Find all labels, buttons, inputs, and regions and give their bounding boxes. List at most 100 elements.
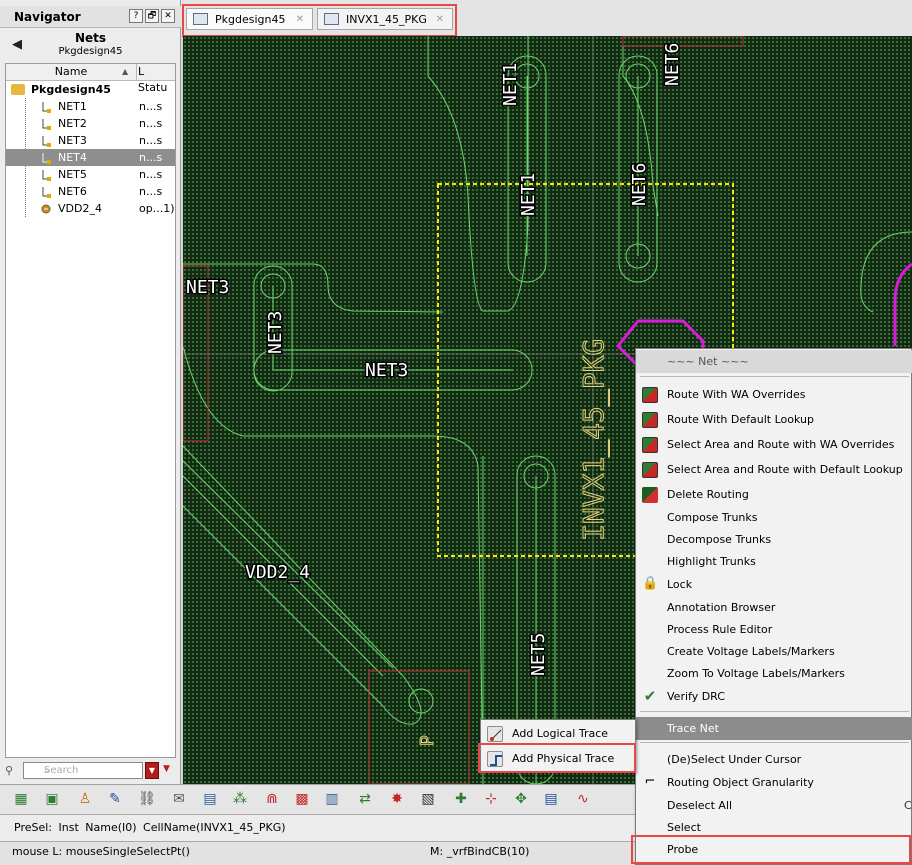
panel-icon[interactable]: ▧ — [417, 789, 439, 809]
search-placeholder: Search — [44, 765, 79, 776]
net-name: NET1 — [58, 100, 87, 113]
net-row[interactable]: NET1 n...s — [6, 98, 175, 115]
route-icon — [642, 387, 658, 403]
search-input[interactable]: ⌕ Search — [23, 762, 143, 779]
menu-label: Highlight Trunks — [667, 555, 756, 568]
menu-label: Lock — [667, 578, 693, 591]
menu-label: Zoom To Voltage Labels/Markers — [667, 667, 845, 680]
route-icon — [642, 462, 658, 478]
menu-decompose-trunks[interactable]: Decompose Trunks — [636, 528, 912, 551]
menu-highlight-trunks[interactable]: Highlight Trunks — [636, 550, 912, 573]
close-button[interactable]: ✕ — [161, 9, 175, 23]
cross-icon[interactable]: ✚ — [450, 789, 472, 809]
expand-icon[interactable]: ✥ — [510, 789, 532, 809]
route-net-icon[interactable]: ▦ — [10, 789, 32, 809]
menu-trace-net[interactable]: Trace Net — [636, 717, 912, 740]
tree-icon[interactable]: ⊹ — [480, 789, 502, 809]
window-icon[interactable]: ▤ — [199, 789, 221, 809]
lock-icon: 🔒 — [642, 576, 659, 591]
person-icon[interactable]: ♙ — [74, 789, 96, 809]
logical-trace-icon — [487, 726, 503, 742]
menu-compose-trunks[interactable]: Compose Trunks — [636, 506, 912, 529]
route-icon — [642, 437, 658, 453]
net-status: n...s — [139, 100, 163, 113]
highlight-add-physical-trace — [478, 743, 636, 773]
menu-separator — [640, 376, 909, 377]
net-name: NET6 — [58, 185, 87, 198]
root-label: Pkgdesign45 — [31, 83, 111, 96]
waveform-icon[interactable]: ∿ — [572, 789, 594, 809]
document-icon[interactable]: ▤ — [540, 789, 562, 809]
grid-red-icon[interactable]: ▩ — [291, 789, 313, 809]
net-row[interactable]: NET6 n...s — [6, 183, 175, 200]
menu-process-rule-editor[interactable]: Process Rule Editor — [636, 618, 912, 641]
label-net1: NET1 — [518, 173, 539, 216]
net-status: op...1) — [139, 202, 175, 215]
label-vdd2-4: VDD2_4 — [245, 562, 310, 583]
middle-binding: M: _vrfBindCB(10) — [430, 845, 530, 858]
net-name: VDD2_4 — [58, 202, 102, 215]
menu-create-voltage-labels[interactable]: Create Voltage Labels/Markers — [636, 640, 912, 663]
menu-route-wa-overrides[interactable]: Route With WA Overrides — [636, 383, 912, 406]
restore-button[interactable]: 🗗 — [145, 9, 159, 23]
search-filter-button[interactable]: ▼ — [145, 762, 159, 779]
check-icon: ✔ — [643, 687, 657, 705]
search-options-icon[interactable]: ▼ — [163, 764, 170, 774]
label-cell-name: INVX1_45_PKG — [577, 339, 611, 541]
menu-shortcut: C — [904, 799, 912, 812]
swap-icon[interactable]: ⇄ — [354, 789, 376, 809]
menu-lock[interactable]: 🔒 Lock — [636, 573, 912, 596]
grid-blue-icon[interactable]: ▥ — [321, 789, 343, 809]
menu-deselect-all[interactable]: Deselect All C — [636, 794, 912, 817]
net-row[interactable]: NET3 n...s — [6, 132, 175, 149]
magnet-icon[interactable]: ⋒ — [261, 789, 283, 809]
route-cell-icon[interactable]: ▣ — [41, 789, 63, 809]
menu-annotation-browser[interactable]: Annotation Browser — [636, 596, 912, 619]
granularity-icon: ⌐ — [644, 774, 656, 789]
menu-select-area-route-wa[interactable]: Select Area and Route with WA Overrides — [636, 433, 912, 456]
net-row-selected[interactable]: NET4 n...s — [6, 149, 175, 166]
menu-label: Compose Trunks — [667, 511, 758, 524]
menu-delete-routing[interactable]: Delete Routing — [636, 483, 912, 506]
menu-route-default-lookup[interactable]: Route With Default Lookup — [636, 408, 912, 431]
menu-label: Trace Net — [667, 722, 719, 735]
mail-icon[interactable]: ✉ — [168, 789, 190, 809]
column-name[interactable]: Name — [6, 64, 137, 81]
net-icon — [41, 186, 51, 198]
edit-route-icon[interactable]: ✎ — [104, 789, 126, 809]
net-tree[interactable]: Name ▲ L Statu Pkgdesign45 NET1 n...s NE… — [5, 63, 176, 758]
link-icon[interactable]: ⛓ — [136, 789, 158, 809]
menu-add-logical-trace[interactable]: Add Logical Trace — [481, 722, 635, 745]
pin-group-icon[interactable]: ⁂ — [229, 789, 251, 809]
menu-routing-object-granularity[interactable]: ⌐ Routing Object Granularity — [636, 771, 912, 794]
menu-separator — [640, 711, 909, 712]
net-name: NET3 — [58, 134, 87, 147]
folder-icon — [11, 84, 25, 95]
search-bar: ⚲ ⌕ Search ▼ ▼ — [5, 761, 176, 781]
hierarchy-icon[interactable]: ⚲ — [5, 764, 13, 777]
highlight-probe — [631, 835, 911, 864]
label-net5: NET5 — [528, 633, 549, 676]
net-icon — [41, 101, 51, 113]
section-title: Nets — [74, 31, 107, 45]
power-net-icon — [41, 203, 51, 214]
menu-header-label: ~~~ Net ~~~ — [667, 355, 749, 368]
net-name: NET4 — [58, 151, 87, 164]
net-status: n...s — [139, 185, 163, 198]
net-icon — [41, 169, 51, 181]
menu-verify-drc[interactable]: ✔ Verify DRC — [636, 685, 912, 708]
burst-icon[interactable]: ✸ — [386, 789, 408, 809]
net-row[interactable]: VDD2_4 op...1) — [6, 200, 175, 217]
menu-label: Delete Routing — [667, 488, 749, 501]
bottom-toolbar: ▦ ▣ ♙ ✎ ⛓ ✉ ▤ ⁂ ⋒ ▩ ▥ ⇄ ✸ ▧ ✚ ⊹ ✥ ▤ ∿ — [0, 784, 640, 814]
menu-header: ~~~ Net ~~~ — [636, 350, 912, 373]
menu-label: Process Rule Editor — [667, 623, 773, 636]
menu-deselect-under-cursor[interactable]: (De)Select Under Cursor — [636, 748, 912, 771]
menu-label: Select Area and Route with Default Looku… — [667, 463, 903, 476]
menu-select-area-route-default[interactable]: Select Area and Route with Default Looku… — [636, 458, 912, 481]
net-row[interactable]: NET2 n...s — [6, 115, 175, 132]
tree-root[interactable]: Pkgdesign45 — [6, 81, 175, 98]
help-button[interactable]: ? — [129, 9, 143, 23]
menu-zoom-voltage-labels[interactable]: Zoom To Voltage Labels/Markers — [636, 662, 912, 685]
net-row[interactable]: NET5 n...s — [6, 166, 175, 183]
